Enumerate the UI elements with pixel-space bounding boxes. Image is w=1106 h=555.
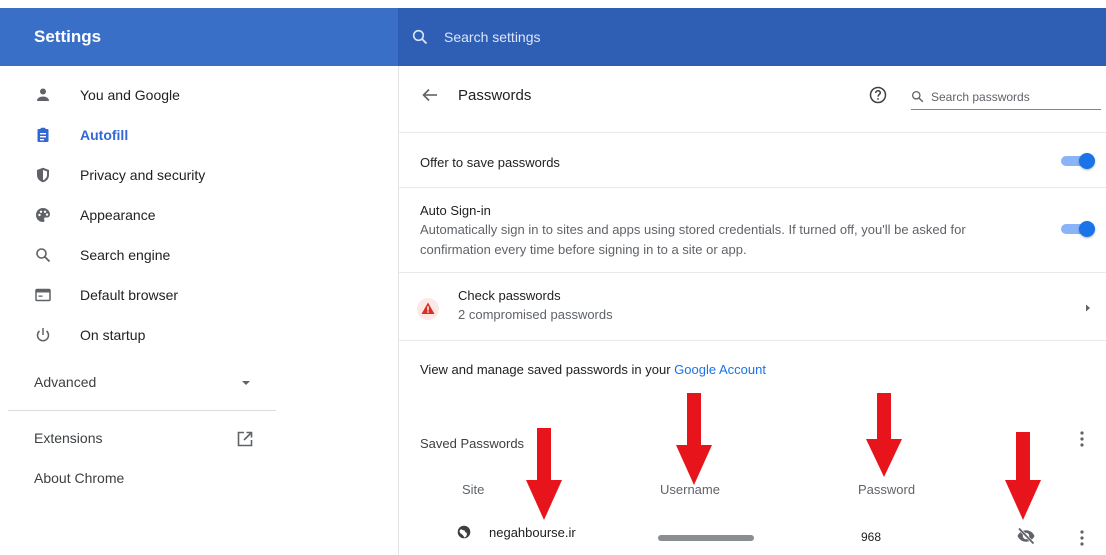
app-title: Settings bbox=[34, 27, 102, 46]
toggle-knob bbox=[1079, 221, 1095, 237]
sidebar-item-appearance[interactable]: Appearance bbox=[0, 200, 398, 230]
open-in-new-icon bbox=[237, 431, 253, 447]
power-icon bbox=[36, 328, 50, 342]
warning-icon bbox=[417, 298, 439, 320]
sidebar-item-label: Appearance bbox=[80, 207, 156, 223]
extensions-label: Extensions bbox=[34, 430, 103, 446]
saved-password-row: negahbourse.ir 968 bbox=[399, 521, 1106, 551]
visibility-off-icon[interactable] bbox=[1016, 527, 1036, 545]
sidebar-item-label: You and Google bbox=[80, 87, 180, 103]
sidebar-item-label: Search engine bbox=[80, 247, 171, 263]
section-divider bbox=[399, 340, 1106, 341]
sidebar-item-privacy-and-security[interactable]: Privacy and security bbox=[0, 160, 398, 190]
auto-sign-in-label: Auto Sign-in bbox=[420, 203, 491, 218]
passwords-page: Passwords Offer to save passwords Auto S… bbox=[398, 66, 1106, 555]
chevron-right-icon bbox=[1086, 304, 1090, 312]
about-chrome-link[interactable]: About Chrome bbox=[34, 470, 124, 486]
sidebar-item-label: Autofill bbox=[80, 127, 129, 143]
sidebar-item-label: Privacy and security bbox=[80, 167, 206, 183]
sidebar-item-label: Default browser bbox=[80, 287, 179, 303]
offer-to-save-row: Offer to save passwords bbox=[399, 132, 1106, 187]
sidebar-item-on-startup[interactable]: On startup bbox=[0, 320, 398, 350]
manage-text-prefix: View and manage saved passwords in your bbox=[420, 362, 675, 377]
globe-icon bbox=[457, 525, 471, 539]
top-bar: Settings Search settings bbox=[0, 8, 1106, 66]
annotation-arrow bbox=[1005, 432, 1041, 520]
more-vert-icon[interactable] bbox=[1079, 430, 1085, 448]
header-title-area: Settings bbox=[0, 8, 398, 66]
person-icon bbox=[37, 88, 49, 101]
auto-sign-in-row: Auto Sign-in Automatically sign in to si… bbox=[399, 187, 1106, 272]
search-icon bbox=[36, 248, 51, 263]
annotation-arrow bbox=[676, 393, 712, 485]
sidebar: You and Google Autofill Privacy and secu… bbox=[0, 66, 398, 555]
toggle-knob bbox=[1079, 153, 1095, 169]
auto-sign-in-description: Automatically sign in to sites and apps … bbox=[420, 222, 966, 257]
extensions-link[interactable]: Extensions bbox=[0, 423, 276, 453]
shield-icon bbox=[37, 167, 49, 183]
column-header-site: Site bbox=[462, 482, 485, 497]
sidebar-item-default-browser[interactable]: Default browser bbox=[0, 280, 398, 310]
clipboard-icon bbox=[37, 127, 49, 142]
advanced-label: Advanced bbox=[34, 374, 97, 390]
search-passwords-input[interactable] bbox=[931, 89, 1091, 104]
annotation-arrow bbox=[526, 428, 562, 520]
saved-site: negahbourse.ir bbox=[489, 525, 576, 540]
check-passwords-title: Check passwords bbox=[458, 288, 561, 303]
offer-to-save-toggle[interactable] bbox=[1061, 153, 1095, 169]
username-redacted bbox=[658, 535, 754, 541]
sidebar-item-autofill[interactable]: Autofill bbox=[0, 120, 398, 150]
search-settings-input[interactable]: Search settings bbox=[444, 29, 541, 45]
page-header: Passwords bbox=[399, 80, 1106, 110]
check-passwords-subtitle: 2 compromised passwords bbox=[458, 307, 613, 322]
saved-passwords-title: Saved Passwords bbox=[420, 436, 525, 451]
sidebar-item-search-engine[interactable]: Search engine bbox=[0, 240, 398, 270]
check-passwords-row[interactable]: Check passwords 2 compromised passwords bbox=[399, 272, 1106, 340]
search-settings-bar[interactable]: Search settings bbox=[398, 8, 1106, 66]
offer-to-save-label: Offer to save passwords bbox=[420, 155, 560, 170]
back-arrow-icon[interactable] bbox=[421, 86, 439, 104]
google-account-link[interactable]: Google Account bbox=[674, 362, 766, 377]
page-title: Passwords bbox=[458, 87, 532, 104]
search-icon bbox=[911, 90, 924, 103]
annotation-arrow bbox=[866, 393, 902, 477]
manage-passwords-text: View and manage saved passwords in your … bbox=[420, 362, 766, 377]
advanced-section-toggle[interactable]: Advanced bbox=[0, 367, 276, 397]
sidebar-item-label: On startup bbox=[80, 327, 146, 343]
help-icon[interactable] bbox=[869, 86, 887, 104]
more-vert-icon[interactable] bbox=[1079, 529, 1085, 547]
column-header-password: Password bbox=[858, 482, 916, 497]
auto-sign-in-toggle[interactable] bbox=[1061, 221, 1095, 237]
browser-icon bbox=[35, 288, 51, 302]
sidebar-item-you-and-google[interactable]: You and Google bbox=[0, 80, 398, 110]
saved-password-value: 968 bbox=[861, 530, 882, 544]
palette-icon bbox=[36, 208, 50, 222]
search-passwords-field[interactable] bbox=[911, 84, 1101, 110]
search-icon bbox=[412, 29, 428, 45]
chevron-down-icon bbox=[242, 381, 250, 385]
sidebar-divider bbox=[8, 410, 276, 411]
